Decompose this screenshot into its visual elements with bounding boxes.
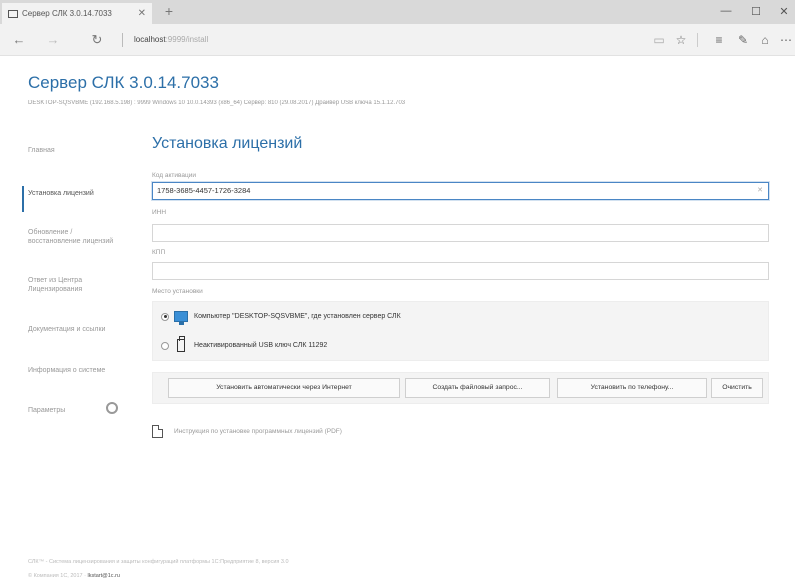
- forward-arrow-icon[interactable]: →: [44, 32, 62, 48]
- server-info-line: DESKTOP-SQSVBME (192.168.5.198) : 9999 W…: [28, 100, 406, 106]
- install-by-phone-button[interactable]: Установить по телефону...: [557, 378, 707, 398]
- web-note-icon[interactable]: ✎: [734, 31, 752, 49]
- create-file-request-button[interactable]: Создать файловый запрос...: [405, 378, 550, 398]
- url-host: localhost: [134, 35, 166, 44]
- install-online-button[interactable]: Установить автоматически через Интернет: [168, 378, 400, 398]
- back-arrow-icon[interactable]: ←: [10, 32, 28, 48]
- url-separator: [122, 33, 123, 47]
- install-place-options: Компьютер "DESKTOP-SQSVBME", где установ…: [152, 301, 769, 361]
- page-title: Сервер СЛК 3.0.14.7033: [28, 73, 219, 92]
- window-close-button[interactable]: ✕: [776, 5, 792, 18]
- url-path: :9999/install: [165, 35, 209, 44]
- window-maximize-button[interactable]: ☐: [748, 5, 764, 18]
- inn-label: ИНН: [152, 209, 167, 216]
- refresh-icon[interactable]: ↻: [88, 32, 106, 48]
- sidebar-item-documentation[interactable]: Документация и ссылки: [28, 325, 118, 334]
- pdf-link-label: Инструкция по установке программных лице…: [174, 428, 342, 435]
- option-usb-key-label: Неактивированный USB ключ СЛК 11292: [194, 342, 328, 349]
- section-title: Установка лицензий: [152, 135, 303, 152]
- footer-description: СЛК™ - Система лицензирования и защиты к…: [28, 559, 289, 565]
- browser-tab-bar: Сервер СЛК 3.0.14.7033 ✕ + — ☐ ✕: [0, 0, 795, 24]
- computer-icon: [174, 311, 188, 325]
- favorite-star-icon[interactable]: ☆: [672, 31, 690, 49]
- option-computer-label: Компьютер "DESKTOP-SQSVBME", где установ…: [194, 313, 401, 320]
- activation-code-label: Код активации: [152, 172, 196, 179]
- browser-tab[interactable]: Сервер СЛК 3.0.14.7033 ✕: [2, 3, 152, 24]
- footer-email-link[interactable]: lkstart@1c.ru: [88, 573, 120, 579]
- pdf-document-icon: [152, 425, 163, 438]
- url-field[interactable]: localhost:9999/install: [134, 35, 208, 44]
- usb-key-icon: [177, 336, 185, 352]
- tab-page-icon: [8, 9, 18, 18]
- tab-close-icon[interactable]: ✕: [138, 8, 146, 19]
- gear-icon[interactable]: [106, 402, 118, 414]
- footer-copyright: © Компания 1С, 2017 · lkstart@1c.ru: [28, 573, 120, 579]
- inn-field[interactable]: [152, 224, 769, 242]
- option-usb-key[interactable]: Неактивированный USB ключ СЛК 11292: [161, 336, 328, 352]
- option-computer[interactable]: Компьютер "DESKTOP-SQSVBME", где установ…: [161, 311, 401, 325]
- share-icon[interactable]: ⌂: [756, 31, 774, 49]
- radio-usb-key[interactable]: [161, 341, 169, 350]
- kpp-label: КПП: [152, 249, 166, 256]
- sidebar-item-license-center-response[interactable]: Ответ из Центра Лицензирования: [28, 276, 120, 294]
- kpp-field[interactable]: [152, 262, 769, 280]
- activation-code-field[interactable]: 1758-3685-4457-1726-3284 ✕: [152, 182, 769, 200]
- more-menu-icon[interactable]: ⋯: [777, 31, 795, 49]
- toolbar-divider: [697, 33, 698, 47]
- hub-icon[interactable]: ≡: [710, 31, 728, 49]
- sidebar-item-home[interactable]: Главная: [28, 146, 55, 155]
- footer-copyright-text: © Компания 1С, 2017 ·: [28, 573, 88, 579]
- clear-input-icon[interactable]: ✕: [757, 183, 763, 199]
- sidebar-item-install-licenses[interactable]: Установка лицензий: [28, 189, 118, 198]
- radio-computer[interactable]: [161, 312, 169, 321]
- action-buttons-bar: Установить автоматически через Интернет …: [152, 372, 769, 404]
- reading-view-icon[interactable]: ▭: [650, 31, 668, 49]
- sidebar-item-system-info[interactable]: Информация о системе: [28, 366, 118, 375]
- install-place-label: Место установки: [152, 288, 203, 295]
- sidebar-active-indicator: [22, 186, 24, 212]
- sidebar-item-update-restore[interactable]: Обновление / восстановление лицензий: [28, 228, 120, 246]
- pdf-instruction-link[interactable]: Инструкция по установке программных лице…: [152, 425, 342, 438]
- new-tab-button[interactable]: +: [160, 3, 178, 19]
- window-minimize-button[interactable]: —: [718, 5, 734, 17]
- sidebar-item-settings[interactable]: Параметры: [28, 406, 65, 415]
- tab-title: Сервер СЛК 3.0.14.7033: [22, 9, 112, 18]
- clear-button[interactable]: Очистить: [711, 378, 763, 398]
- browser-address-bar: ← → ↻ localhost:9999/install ▭ ☆ ≡ ✎ ⌂ ⋯: [0, 24, 795, 56]
- activation-code-value: 1758-3685-4457-1726-3284: [157, 186, 251, 195]
